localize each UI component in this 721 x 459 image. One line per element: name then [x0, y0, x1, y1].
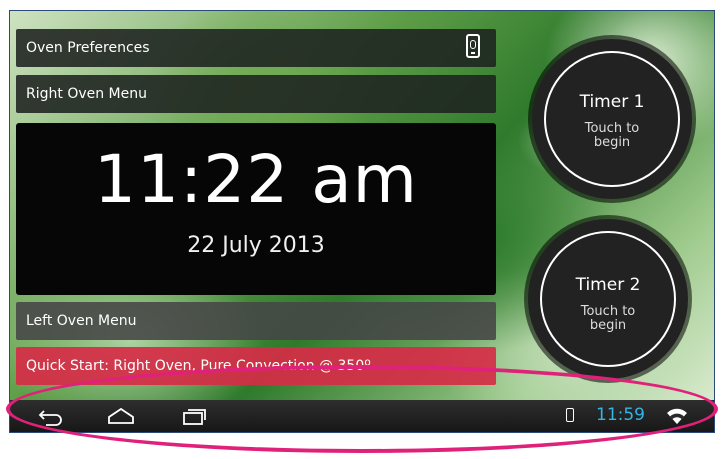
system-nav-bar: 11:59: [10, 400, 714, 432]
left-oven-menu-button[interactable]: Left Oven Menu: [16, 302, 496, 340]
phone-icon[interactable]: [466, 34, 480, 58]
back-icon[interactable]: [38, 406, 64, 426]
left-oven-menu-label: Left Oven Menu: [26, 313, 137, 329]
timer-2-button[interactable]: Timer 2 Touch to begin: [528, 219, 688, 379]
status-time: 11:59: [596, 405, 645, 425]
quick-start-button[interactable]: Quick Start: Right Oven, Pure Convection…: [16, 347, 496, 385]
clock-date: 22 July 2013: [187, 233, 325, 258]
recents-icon[interactable]: [180, 406, 208, 426]
clock-time: 11:22 am: [94, 141, 418, 218]
timer-2-title: Timer 2: [575, 275, 641, 295]
timer-1-button[interactable]: Timer 1 Touch to begin: [532, 39, 692, 199]
oven-preferences-label: Oven Preferences: [26, 40, 150, 56]
phone-status-icon: [566, 408, 574, 422]
right-oven-menu-label: Right Oven Menu: [26, 86, 147, 102]
right-oven-menu-button[interactable]: Right Oven Menu: [16, 75, 496, 113]
timer-2-subtitle: Touch to begin: [580, 304, 636, 333]
timer-2-ring: [540, 231, 676, 367]
timer-1-ring: [544, 51, 680, 187]
clock-panel: 11:22 am 22 July 2013: [16, 123, 496, 295]
timer-1-title: Timer 1: [579, 92, 645, 112]
wifi-icon: [667, 408, 687, 424]
app-screen: Oven Preferences Right Oven Menu 11:22 a…: [9, 10, 715, 433]
quick-start-label: Quick Start: Right Oven, Pure Convection…: [26, 358, 371, 374]
timer-1-subtitle: Touch to begin: [584, 121, 640, 150]
oven-preferences-button[interactable]: Oven Preferences: [16, 29, 496, 67]
home-icon[interactable]: [106, 406, 136, 426]
